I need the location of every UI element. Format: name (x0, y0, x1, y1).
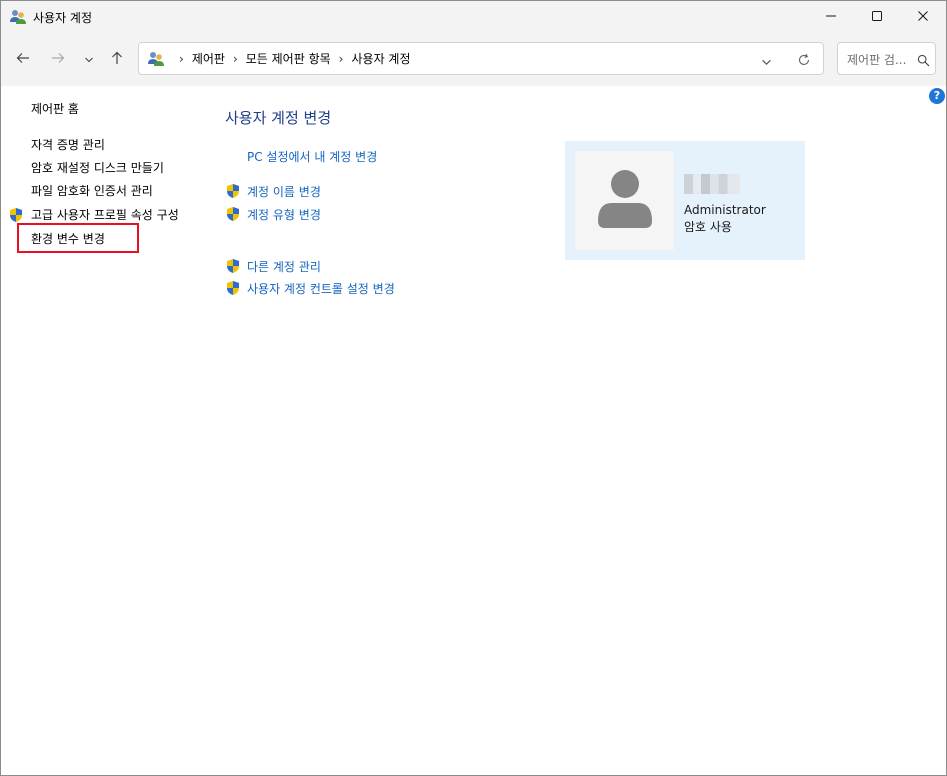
link-uac-settings[interactable]: 사용자 계정 컨트롤 설정 변경 (247, 280, 395, 297)
window-title: 사용자 계정 (33, 11, 93, 25)
search-input[interactable]: 제어판 검... (847, 51, 906, 68)
uac-shield-icon (225, 206, 241, 222)
help-icon[interactable]: ? (929, 88, 945, 104)
address-dropdown-button[interactable] (761, 53, 772, 72)
search-box[interactable]: 제어판 검... (837, 42, 936, 75)
uac-shield-icon (225, 258, 241, 274)
breadcrumb-all-items[interactable]: 모든 제어판 항목 (246, 50, 331, 67)
redacted-username (684, 174, 740, 194)
search-icon (917, 52, 930, 71)
sidebar-item-control-panel-home[interactable]: 제어판 홈 (31, 100, 79, 117)
sidebar-item-file-encryption-certificates[interactable]: 파일 암호화 인증서 관리 (31, 182, 153, 199)
arrow-left-icon (16, 50, 30, 69)
arrow-right-icon (51, 50, 65, 69)
user-accounts-icon (9, 8, 27, 26)
recent-locations-button[interactable] (77, 44, 101, 74)
up-button[interactable] (105, 44, 129, 74)
arrow-up-icon (110, 50, 124, 69)
address-bar[interactable]: › 제어판 › 모든 제어판 항목 › 사용자 계정 (138, 42, 824, 75)
chevron-right-icon: › (179, 51, 184, 66)
chevron-down-icon (84, 50, 94, 69)
avatar[interactable] (575, 151, 674, 250)
content-area: ? 제어판 홈 자격 증명 관리 암호 재설정 디스크 만들기 파일 암호화 인… (1, 86, 946, 775)
chevron-down-icon (761, 53, 772, 72)
back-button[interactable] (11, 44, 35, 74)
refresh-icon (797, 52, 811, 71)
maximize-button[interactable] (854, 1, 900, 32)
sidebar-item-credential-manager[interactable]: 자격 증명 관리 (31, 136, 105, 153)
sidebar-item-environment-variables[interactable]: 환경 변수 변경 (31, 230, 105, 247)
address-row: › 제어판 › 모든 제어판 항목 › 사용자 계정 제어판 검... (1, 32, 946, 86)
window: 사용자 계정 › 제어판 › 모든 제어판 항목 › 사용자 계정 제어판 검.… (0, 0, 947, 776)
sidebar-item-advanced-profile-properties[interactable]: 고급 사용자 프로필 속성 구성 (31, 206, 179, 223)
close-icon (917, 7, 929, 26)
breadcrumb-user-accounts[interactable]: 사용자 계정 (351, 50, 410, 67)
refresh-button[interactable] (797, 52, 811, 71)
minimize-button[interactable] (808, 1, 854, 32)
maximize-icon (871, 7, 883, 26)
minimize-icon (825, 7, 837, 26)
link-pc-settings-account[interactable]: PC 설정에서 내 계정 변경 (247, 148, 377, 165)
uac-shield-icon (8, 207, 24, 223)
uac-shield-icon (225, 280, 241, 296)
account-password-status: 암호 사용 (684, 220, 732, 234)
link-change-account-type[interactable]: 계정 유형 변경 (247, 206, 321, 223)
user-avatar-icon (598, 169, 652, 235)
title-bar: 사용자 계정 (1, 1, 946, 32)
forward-button[interactable] (46, 44, 70, 74)
sidebar-item-password-reset-disk[interactable]: 암호 재설정 디스크 만들기 (31, 159, 164, 176)
account-card: Administrator 암호 사용 (565, 141, 805, 260)
close-button[interactable] (900, 1, 946, 32)
chevron-right-icon: › (232, 51, 238, 66)
breadcrumb: › 제어판 › 모든 제어판 항목 › 사용자 계정 (147, 43, 411, 74)
uac-shield-icon (225, 183, 241, 199)
account-role: Administrator (684, 203, 766, 217)
chevron-right-icon: › (338, 51, 344, 66)
user-accounts-icon (147, 50, 165, 68)
link-change-account-name[interactable]: 계정 이름 변경 (247, 183, 321, 200)
page-title: 사용자 계정 변경 (225, 109, 332, 127)
breadcrumb-control-panel[interactable]: 제어판 (192, 50, 225, 67)
link-manage-other-account[interactable]: 다른 계정 관리 (247, 258, 321, 275)
